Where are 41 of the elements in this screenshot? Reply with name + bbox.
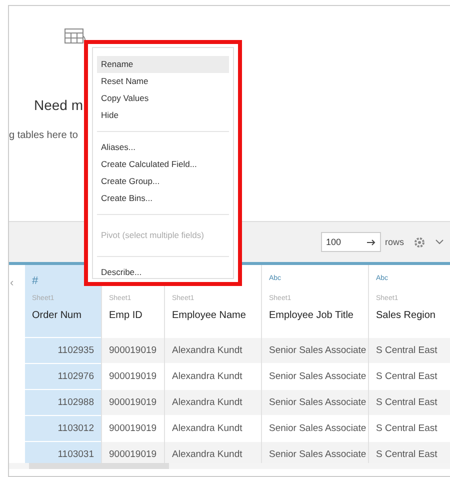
table-cell: 1103031 [25, 441, 101, 463]
column-header[interactable]: Employee Name [172, 310, 254, 321]
chevron-down-icon[interactable] [435, 239, 444, 245]
table-cell: 1103012 [25, 415, 101, 441]
menu-item[interactable]: Describe... [97, 264, 229, 281]
table-cell: Alexandra Kundt [165, 441, 261, 463]
type-label: # [32, 275, 40, 287]
table-cell: 900019019 [102, 337, 164, 363]
column-header[interactable]: Employee Job Title [269, 310, 361, 321]
scrollbar-thumb[interactable] [29, 463, 169, 469]
menu-item[interactable]: Copy Values [97, 90, 229, 107]
menu-item[interactable]: Rename [97, 56, 229, 73]
rows-label: rows [384, 237, 404, 247]
table-cell: S Central East [369, 441, 450, 463]
table-cell: 1102935 [25, 337, 101, 363]
table-cell: 900019019 [102, 441, 164, 463]
table-cell: Alexandra Kundt [165, 389, 261, 415]
menu-item[interactable]: Create Bins... [97, 190, 229, 207]
canvas-hint: g tables here to [9, 130, 78, 141]
table-cell: Senior Sales Associate [262, 441, 368, 463]
table-cell: S Central East [369, 389, 450, 415]
menu-item: Pivot (select multiple fields) [100, 229, 205, 242]
column-header[interactable]: Sales Region [376, 310, 443, 321]
table-cell: Alexandra Kundt [165, 337, 261, 363]
menu-item[interactable]: Create Calculated Field... [97, 156, 229, 173]
settings-icon[interactable] [414, 236, 425, 248]
menu-item[interactable]: Reset Name [97, 73, 229, 90]
table-cell: Senior Sales Associate [262, 337, 368, 363]
menu-item[interactable]: Hide [97, 107, 229, 124]
canvas-heading: Need m [34, 97, 84, 113]
table-cell: 1102976 [25, 363, 101, 389]
table-cell: 900019019 [102, 389, 164, 415]
table-cell: Senior Sales Associate [262, 389, 368, 415]
column-header[interactable]: Order Num [32, 310, 94, 321]
rows-field[interactable]: 100 [320, 232, 381, 252]
arrow-icon[interactable] [366, 238, 376, 246]
menu-item[interactable]: Aliases... [97, 139, 229, 156]
column-header[interactable]: Emp ID [109, 310, 157, 321]
table-cell: S Central East [369, 337, 450, 363]
table-cell: 1102988 [25, 389, 101, 415]
menu-item[interactable]: Create Group... [97, 173, 229, 190]
